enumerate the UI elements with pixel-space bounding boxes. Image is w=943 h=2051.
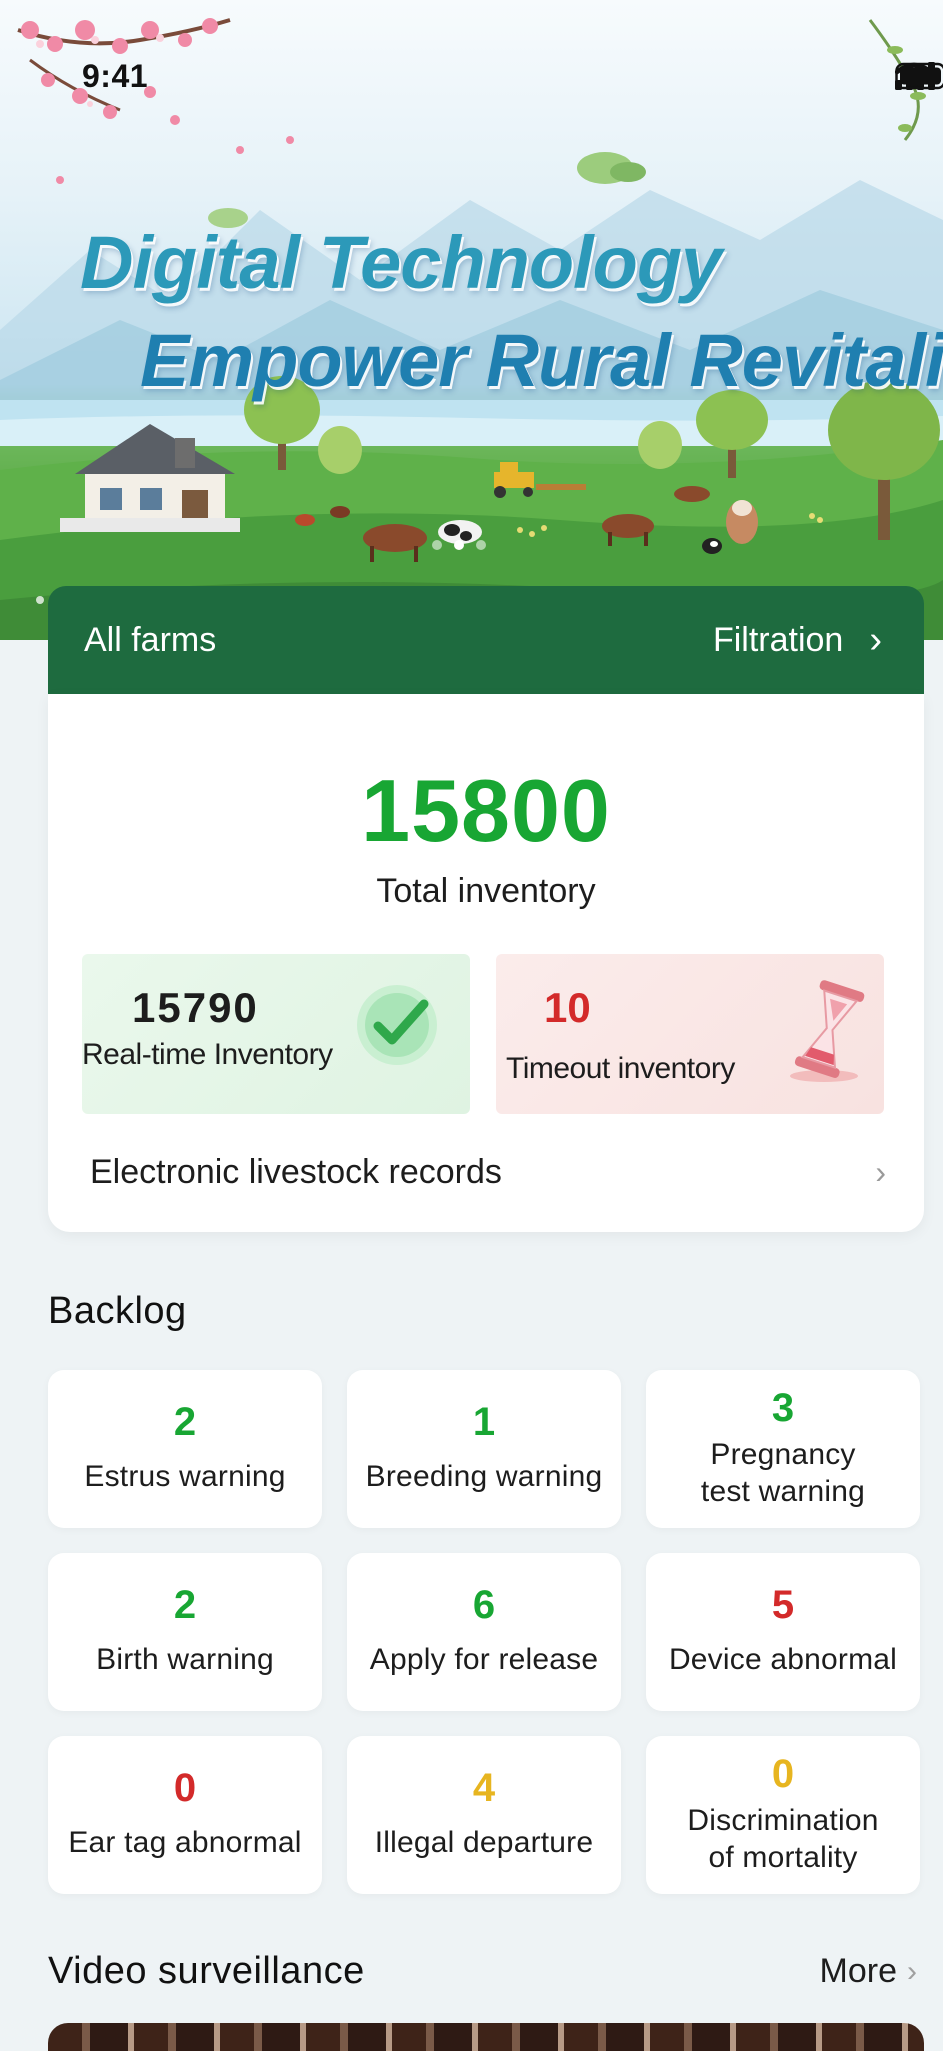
realtime-inventory-value: 15790 bbox=[132, 984, 259, 1031]
tile-count: 3 bbox=[771, 1385, 795, 1430]
hero-title-line1: Digital Technology bbox=[80, 221, 722, 304]
more-label: More bbox=[819, 1952, 897, 1990]
realtime-inventory-label: Real-time Inventory bbox=[82, 1038, 333, 1071]
tile-count: 4 bbox=[472, 1766, 496, 1811]
video-thumbnail[interactable] bbox=[48, 2023, 924, 2051]
farm-selector-bar: All farms Filtration › bbox=[48, 586, 924, 694]
hero-title-line2: Empower Rural Revitalization bbox=[140, 319, 943, 402]
battery-icon bbox=[895, 62, 943, 90]
tile-label-line2: test warning bbox=[700, 1475, 866, 1508]
tile-ear-tag-abnormal[interactable]: 0 Ear tag abnormal bbox=[48, 1736, 322, 1894]
tile-label-line1: Pregnancy bbox=[710, 1437, 856, 1471]
carousel-indicator[interactable] bbox=[432, 540, 486, 550]
tile-label: Breeding warning bbox=[365, 1460, 603, 1494]
electronic-livestock-records-row[interactable]: Electronic livestock records › bbox=[90, 1142, 886, 1202]
tile-count: 0 bbox=[173, 1766, 197, 1811]
all-farms-selector[interactable]: All farms bbox=[84, 621, 216, 660]
tile-count: 6 bbox=[472, 1583, 496, 1628]
tile-illegal-departure[interactable]: 4 Illegal departure bbox=[347, 1736, 621, 1894]
tile-label: Estrus warning bbox=[84, 1460, 286, 1494]
video-surveillance-title: Video surveillance bbox=[48, 1950, 365, 1992]
app-screen: 9:41 Digital Technology Empower Rural Re… bbox=[0, 0, 943, 2051]
chevron-right-icon: › bbox=[869, 619, 882, 661]
tile-count: 1 bbox=[472, 1400, 496, 1445]
tile-label: Apply for release bbox=[369, 1643, 599, 1677]
tile-count: 2 bbox=[173, 1583, 197, 1628]
tile-label-line1: Discrimination bbox=[687, 1803, 879, 1837]
total-inventory-label: Total inventory bbox=[376, 872, 596, 910]
tile-count: 5 bbox=[771, 1583, 795, 1628]
electronic-livestock-records-label: Electronic livestock records bbox=[90, 1152, 502, 1191]
check-badge-icon bbox=[357, 985, 437, 1065]
backlog-title: Backlog bbox=[48, 1290, 187, 1332]
filtration-label: Filtration bbox=[712, 620, 844, 659]
tile-birth-warning[interactable]: 2 Birth warning bbox=[48, 1553, 322, 1711]
tile-device-abnormal[interactable]: 5 Device abnormal bbox=[646, 1553, 920, 1711]
tile-breeding-warning[interactable]: 1 Breeding warning bbox=[347, 1370, 621, 1528]
status-time: 9:41 bbox=[82, 58, 149, 94]
chevron-right-icon: › bbox=[907, 1954, 917, 1988]
chevron-right-icon: › bbox=[875, 1153, 886, 1190]
carousel-dot[interactable] bbox=[476, 540, 486, 550]
video-more-link[interactable]: More › bbox=[820, 1952, 917, 1991]
hero-banner[interactable]: 9:41 Digital Technology Empower Rural Re… bbox=[0, 0, 943, 640]
tile-label-line2: of mortality bbox=[708, 1841, 858, 1874]
total-inventory-value: 15800 bbox=[361, 761, 611, 860]
tile-estrus-warning[interactable]: 2 Estrus warning bbox=[48, 1370, 322, 1528]
tile-label: Ear tag abnormal bbox=[68, 1826, 302, 1860]
tile-label: Device abnormal bbox=[668, 1643, 898, 1677]
tile-count: 0 bbox=[771, 1751, 795, 1796]
carousel-dot-active[interactable] bbox=[454, 540, 464, 550]
tile-discrimination-of-mortality[interactable]: 0 Discrimination of mortality bbox=[646, 1736, 920, 1894]
tile-apply-for-release[interactable]: 6 Apply for release bbox=[347, 1553, 621, 1711]
filtration-button[interactable]: Filtration › bbox=[713, 621, 882, 660]
tile-label: Birth warning bbox=[96, 1643, 274, 1677]
carousel-dot[interactable] bbox=[432, 540, 442, 550]
tile-pregnancy-test-warning[interactable]: 3 Pregnancy test warning bbox=[646, 1370, 920, 1528]
tile-count: 2 bbox=[173, 1400, 197, 1445]
timeout-inventory-box[interactable]: 10 Timeout inventory bbox=[496, 954, 884, 1114]
hourglass-icon bbox=[790, 980, 865, 1082]
realtime-inventory-box[interactable]: 15790 Real-time Inventory bbox=[82, 954, 470, 1114]
inventory-card: 15800 Total inventory 15790 Real-time In… bbox=[48, 694, 924, 1232]
timeout-inventory-value: 10 bbox=[544, 984, 591, 1031]
timeout-inventory-label: Timeout inventory bbox=[506, 1052, 735, 1085]
tile-label: Illegal departure bbox=[374, 1826, 594, 1860]
